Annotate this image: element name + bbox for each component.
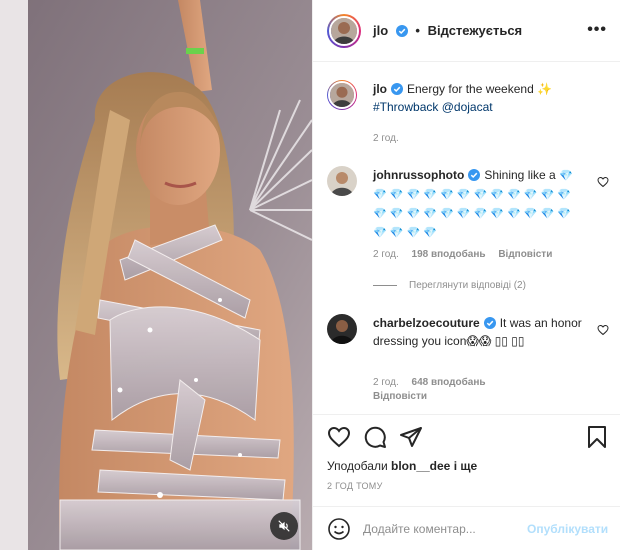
avatar[interactable] (327, 166, 357, 196)
speaker-muted-icon (278, 520, 290, 532)
mute-button[interactable] (270, 512, 298, 540)
save-bookmark-icon[interactable] (585, 425, 609, 449)
liked-by: Уподобали blon__dee і ще (327, 459, 477, 473)
like-heart-icon[interactable] (327, 425, 351, 449)
comment-body: charbelzoecouture It was an honor dressin… (373, 314, 587, 350)
follow-status[interactable]: Відстежується (428, 23, 523, 38)
view-replies-label[interactable]: Переглянути відповіді (2) (409, 280, 526, 291)
avatar[interactable] (327, 80, 357, 110)
publish-button[interactable]: Опублікувати (527, 522, 608, 536)
verified-badge-icon (483, 317, 496, 329)
commenter-avatar (327, 314, 357, 344)
verified-badge-icon (395, 25, 408, 37)
post-media[interactable] (0, 0, 312, 550)
comment-meta: 2 год. 648 вподобань Відповісти (373, 376, 496, 404)
comment-meta: 2 год. 198 вподобань Відповісти (373, 248, 562, 262)
dot-separator: • (415, 23, 420, 38)
share-plane-icon[interactable] (399, 425, 423, 449)
like-comment-heart-icon[interactable] (597, 176, 609, 188)
comments-section: jlo Energy for the weekend ✨ #Throwback @… (313, 62, 620, 414)
commenter-avatar (327, 166, 357, 196)
comment-time[interactable]: 2 год. (373, 377, 399, 388)
sparkles-emoji: ✨ (537, 82, 553, 96)
comment-item: charbelzoecouture It was an honor dressin… (327, 314, 617, 404)
avatar[interactable] (327, 314, 357, 344)
like-comment-heart-icon[interactable] (597, 324, 609, 336)
instagram-post: jlo • Відстежується ••• jlo Energy for t… (0, 0, 620, 550)
comment-item: johnrussophoto Shining like a 💎 💎 💎 💎 💎 💎… (327, 166, 617, 306)
more-options-icon[interactable]: ••• (587, 21, 607, 39)
verified-badge-icon (391, 83, 403, 95)
comment-input[interactable] (363, 521, 519, 536)
comment-likes[interactable]: 648 вподобань (412, 377, 486, 388)
username-text[interactable]: jlo (373, 23, 388, 38)
caption-row: jlo Energy for the weekend ✨ #Throwback @… (327, 80, 617, 154)
liked-by-suffix[interactable]: і ще (454, 459, 477, 473)
caption-mention[interactable]: @dojacat (442, 100, 493, 114)
comment-username[interactable]: johnrussophoto (373, 168, 464, 182)
caption-body: jlo Energy for the weekend ✨ #Throwback @… (373, 80, 587, 116)
profile-picture (328, 81, 356, 109)
caption-meta: 2 год. (373, 132, 409, 146)
caption-text: Energy for the weekend (407, 82, 534, 96)
post-photo (0, 0, 312, 550)
comment-bubble-icon[interactable] (363, 425, 387, 449)
reply-link[interactable]: Відповісти (373, 391, 427, 402)
replies-line (373, 285, 397, 286)
post-time-ago[interactable]: 2 ГОД ТОМУ (327, 481, 383, 491)
caption-hashtag[interactable]: #Throwback (373, 100, 438, 114)
comment-time[interactable]: 2 год. (373, 249, 399, 260)
comment-likes[interactable]: 198 вподобань (412, 249, 486, 260)
comment-username[interactable]: charbelzoecouture (373, 316, 480, 330)
post-side-panel: jlo • Відстежується ••• jlo Energy for t… (312, 0, 620, 550)
emoji-smiley-icon[interactable] (327, 517, 351, 541)
caption-time[interactable]: 2 год. (373, 133, 399, 144)
liked-by-user[interactable]: blon__dee (391, 459, 450, 473)
view-replies-button[interactable]: Переглянути відповіді (2) (373, 280, 526, 291)
comment-body: johnrussophoto Shining like a 💎 💎 💎 💎 💎 💎… (373, 166, 587, 242)
header-username[interactable]: jlo • Відстежується (373, 23, 522, 38)
verified-badge-icon (468, 169, 481, 181)
caption-username[interactable]: jlo (373, 82, 387, 96)
comment-text: Shining like a (484, 168, 556, 182)
reply-link[interactable]: Відповісти (498, 249, 552, 260)
profile-picture (331, 17, 357, 44)
comment-composer: Опублікувати (313, 506, 620, 550)
post-header: jlo • Відстежується ••• (313, 0, 620, 62)
avatar[interactable] (327, 13, 361, 48)
liked-by-prefix: Уподобали (327, 459, 388, 473)
post-actions: Уподобали blon__dee і ще 2 ГОД ТОМУ (313, 414, 620, 506)
